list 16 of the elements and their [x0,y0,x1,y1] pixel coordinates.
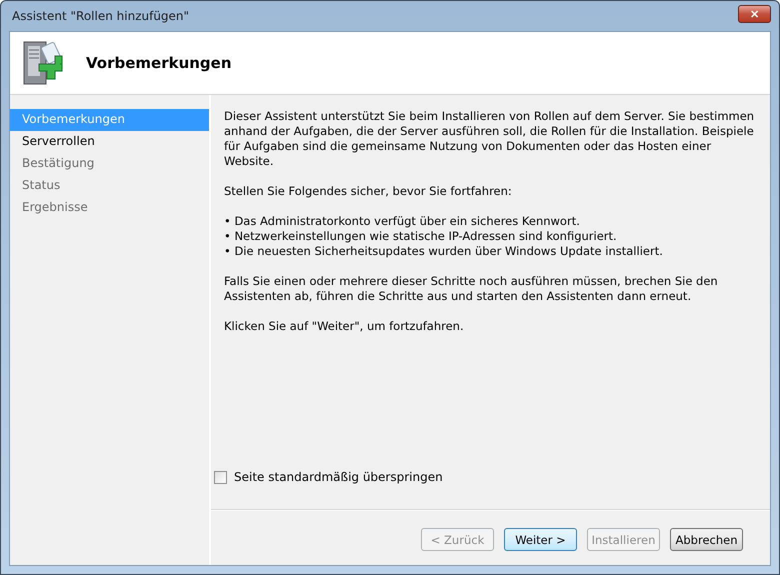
page-title: Vorbemerkungen [86,54,232,72]
paragraph: Dieser Assistent unterstützt Sie beim Installieren von Rollen auf dem Server. Sie bestimmen anhand der Aufgaben, die der Server ausführen soll, die Rollen für die Installation. Beispiele für Aufgaben sind die gemeinsame Nutzung von Dokumenten oder das Hosten einer Website. [224,109,756,169]
paragraph: Klicken Sie auf "Weiter", um fortzufahren. [224,319,465,334]
wizard-button[interactable]: Weiter > [504,528,577,551]
wizard-button[interactable]: Abbrechen [670,528,743,551]
bullet-item: • Netzwerkeinstellungen wie statische IP-Adressen sind konfiguriert. [224,229,618,244]
bullet-item: • Die neuesten Sicherheitsupdates wurden über Windows Update installiert. [224,244,664,259]
checkbox-label: Seite standardmäßig überspringen [234,470,443,484]
window-title: Assistent "Rollen hinzufügen" [11,9,190,23]
close-button[interactable]: ✕ [738,5,771,23]
checkbox[interactable] [214,470,227,484]
paragraph: Stellen Sie Folgendes sicher, bevor Sie fortfahren: [224,184,513,199]
sidebar-item[interactable]: Serverrollen [10,131,209,153]
paragraph: Falls Sie einen oder mehrere dieser Schritte noch ausführen müssen, brechen Sie den Assistenten ab, führen die Schritte aus und starten den Assistenten dann erneut. [224,274,719,304]
bullet-item: • Das Administratorkonto verfügt über ein sicheres Kennwort. [224,214,581,229]
sidebar-item[interactable]: Vorbemerkungen [10,109,209,131]
